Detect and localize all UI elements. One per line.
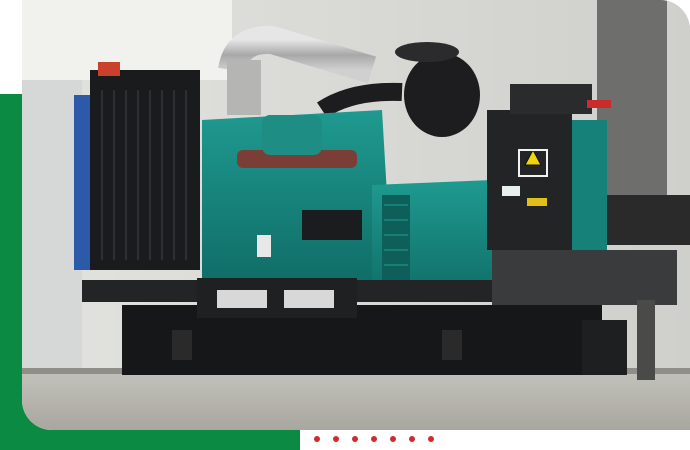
air-filter xyxy=(404,53,480,137)
decorative-dot xyxy=(371,436,377,442)
battery-label-right xyxy=(284,290,334,308)
concrete-plinth xyxy=(22,370,690,430)
side-panel xyxy=(22,80,82,380)
base-frame xyxy=(122,305,602,375)
battery-label-left xyxy=(217,290,267,308)
panel-hood xyxy=(510,84,592,114)
air-filter-cap xyxy=(395,42,459,62)
generator-illustration xyxy=(22,0,690,430)
control-panel xyxy=(487,110,572,250)
decorative-dot xyxy=(333,436,339,442)
radiator xyxy=(90,70,200,270)
blue-cabinet-edge xyxy=(74,95,92,270)
panel-label xyxy=(502,186,520,196)
duct-sleeve xyxy=(602,195,690,245)
decorative-dot xyxy=(390,436,396,442)
generator-photo xyxy=(22,0,690,430)
radiator-cap xyxy=(98,62,120,76)
base-end-block xyxy=(582,320,627,375)
control-panel-side xyxy=(572,120,607,250)
decorative-dot xyxy=(314,436,320,442)
decorative-dot xyxy=(428,436,434,442)
alternator-vents xyxy=(382,195,410,285)
panel-tag xyxy=(527,198,547,206)
starter-motor xyxy=(302,210,362,240)
flex-bellows xyxy=(227,60,261,115)
support-post xyxy=(637,300,655,380)
dot-divider xyxy=(314,434,434,444)
decorative-dot xyxy=(352,436,358,442)
window-area xyxy=(22,0,232,80)
fuel-filter xyxy=(257,235,271,257)
turbo-housing xyxy=(262,115,322,155)
support-bracket xyxy=(492,250,677,305)
panel-red-strap xyxy=(587,100,611,108)
mounting-foot xyxy=(172,330,192,360)
decorative-dot xyxy=(409,436,415,442)
mounting-foot xyxy=(442,330,462,360)
